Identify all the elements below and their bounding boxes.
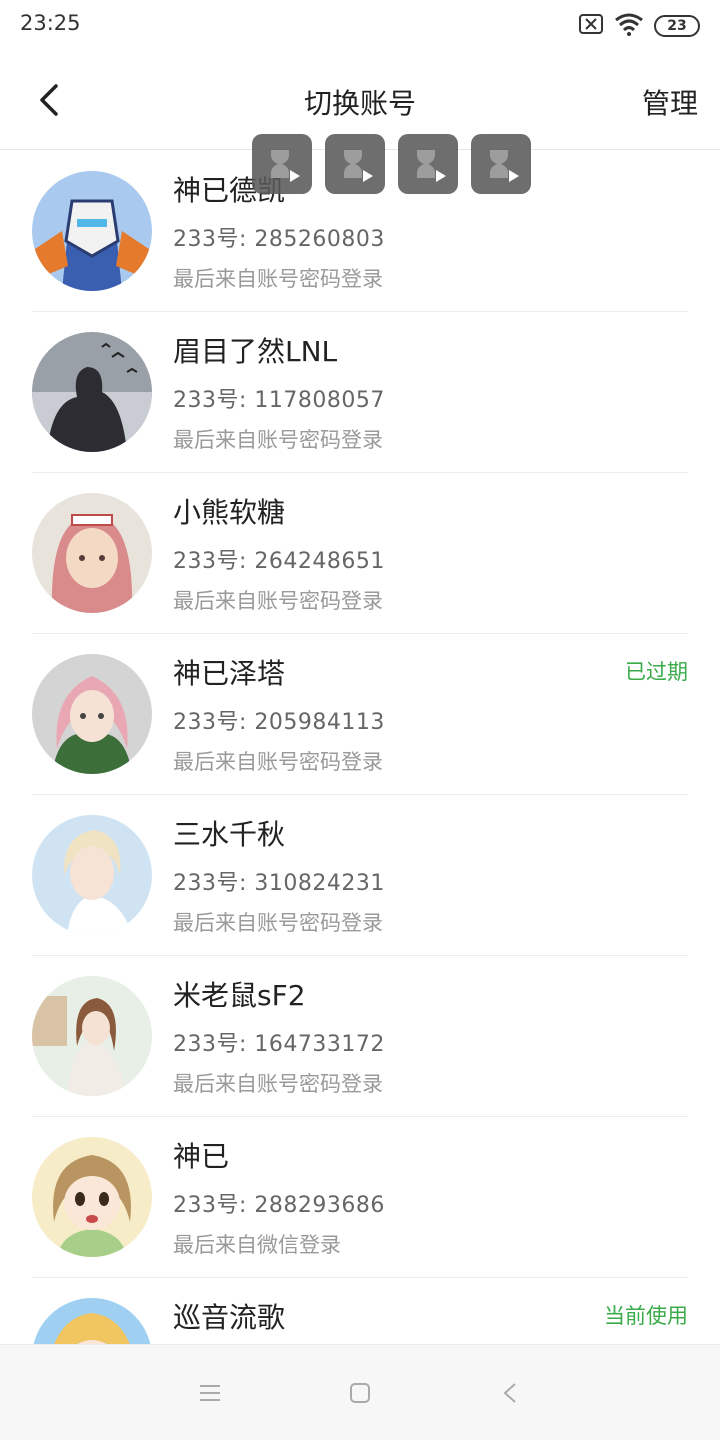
back-triangle-icon[interactable] — [494, 1377, 526, 1409]
status-icons: 23 — [578, 12, 700, 40]
avatar — [32, 171, 152, 291]
hourglass-play-icon — [344, 150, 373, 182]
hourglass-play-icon — [271, 150, 300, 182]
battery-icon: 23 — [654, 15, 700, 37]
account-id: 233号: 205984113 — [173, 710, 385, 735]
home-square-icon[interactable] — [344, 1377, 376, 1409]
avatar — [32, 815, 152, 935]
account-name: 神已 — [173, 1140, 230, 1173]
account-item[interactable]: 眉目了然LNL 233号: 117808057 最后来自账号密码登录 — [32, 312, 688, 473]
account-id: 233号: 310824231 — [173, 871, 385, 896]
account-item[interactable]: 神已泽塔 233号: 205984113 最后来自账号密码登录 已过期 — [32, 634, 688, 795]
hourglass-play-button[interactable] — [325, 134, 385, 194]
account-list[interactable]: 神已德凯 233号: 285260803 最后来自账号密码登录 眉目了然LNL … — [0, 151, 720, 1344]
account-name: 米老鼠sF2 — [173, 979, 306, 1012]
login-method: 最后来自微信登录 — [173, 1233, 341, 1257]
sim-off-icon — [578, 13, 604, 39]
avatar — [32, 493, 152, 613]
manage-button[interactable]: 管理 — [642, 82, 698, 122]
login-method: 最后来自账号密码登录 — [173, 589, 383, 613]
login-method: 最后来自账号密码登录 — [173, 1072, 383, 1096]
account-item[interactable]: 巡音流歌 当前使用 — [32, 1278, 688, 1344]
account-id: 233号: 288293686 — [173, 1193, 385, 1218]
account-item[interactable]: 小熊软糖 233号: 264248651 最后来自账号密码登录 — [32, 473, 688, 634]
account-id: 233号: 117808057 — [173, 388, 385, 413]
login-method: 最后来自账号密码登录 — [173, 428, 383, 452]
status-bar: 23:25 23 — [0, 0, 720, 50]
hourglass-play-button[interactable] — [471, 134, 531, 194]
expired-badge: 已过期 — [625, 660, 688, 684]
page-title: 切换账号 — [303, 87, 416, 120]
account-name: 巡音流歌 — [173, 1301, 286, 1334]
avatar — [32, 1137, 152, 1257]
hourglass-play-icon — [490, 150, 519, 182]
avatar — [32, 976, 152, 1096]
login-method: 最后来自账号密码登录 — [173, 267, 383, 291]
account-item[interactable]: 米老鼠sF2 233号: 164733172 最后来自账号密码登录 — [32, 956, 688, 1117]
account-name: 小熊软糖 — [173, 496, 286, 529]
login-method: 最后来自账号密码登录 — [173, 911, 383, 935]
account-name: 三水千秋 — [173, 818, 286, 851]
nav-bar — [0, 1344, 720, 1440]
account-id: 233号: 285260803 — [173, 227, 385, 252]
wifi-icon — [614, 12, 644, 40]
hourglass-play-icon — [417, 150, 446, 182]
hourglass-play-button[interactable] — [252, 134, 312, 194]
current-badge: 当前使用 — [604, 1304, 688, 1328]
avatar — [32, 654, 152, 774]
menu-icon[interactable] — [194, 1377, 226, 1409]
avatar — [32, 1298, 152, 1344]
account-name: 神已泽塔 — [173, 657, 286, 690]
account-name: 眉目了然LNL — [173, 335, 338, 368]
account-id: 233号: 164733172 — [173, 1032, 385, 1057]
account-item[interactable]: 三水千秋 233号: 310824231 最后来自账号密码登录 — [32, 795, 688, 956]
avatar — [32, 332, 152, 452]
login-method: 最后来自账号密码登录 — [173, 750, 383, 774]
floating-toolbar — [252, 134, 531, 194]
status-time: 23:25 — [20, 11, 81, 35]
account-id: 233号: 264248651 — [173, 549, 385, 574]
hourglass-play-button[interactable] — [398, 134, 458, 194]
account-item[interactable]: 神已 233号: 288293686 最后来自微信登录 — [32, 1117, 688, 1278]
